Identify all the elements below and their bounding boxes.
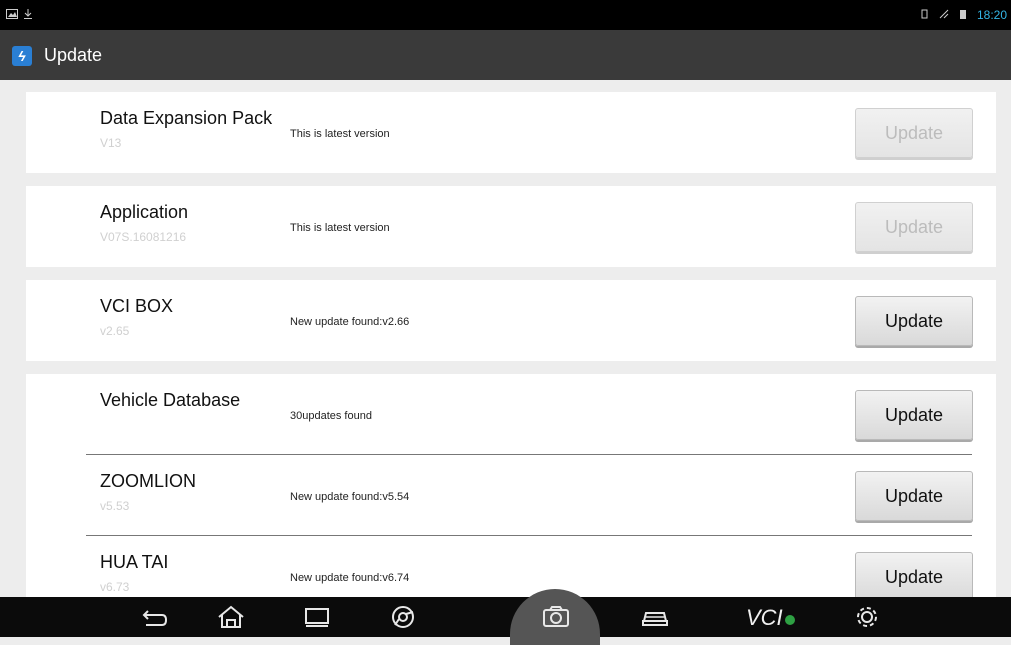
update-list: Data Expansion Pack V13 This is latest v… [26,92,996,630]
vci-button[interactable]: VCI [746,605,795,631]
update-button[interactable]: Update [855,108,973,158]
navigation-bar: VCI [0,589,1011,645]
page-title: Update [44,45,103,65]
list-item: Vehicle Database 30updates found Update [26,374,996,455]
item-name: Application [100,202,189,222]
clock: 18:20 [976,8,1007,22]
settings-icon[interactable] [852,605,882,629]
battery-icon [959,8,967,22]
list-item: Application V07S.16081216 This is latest… [26,186,996,267]
update-card: Vehicle Database 30updates found Update … [26,374,996,617]
vci-connected-icon [784,615,795,625]
list-item: Data Expansion Pack V13 This is latest v… [26,92,996,173]
update-button[interactable]: Update [855,390,973,440]
item-name: VCI BOX [100,296,174,316]
home-icon[interactable] [216,605,246,629]
item-name: Vehicle Database [100,390,241,410]
camera-icon[interactable] [541,605,571,629]
update-card: Data Expansion Pack V13 This is latest v… [26,92,996,173]
update-button[interactable]: Update [855,471,973,521]
update-button[interactable]: Update [855,552,973,602]
item-name: Data Expansion Pack [100,108,273,128]
item-status: New update found:v6.74 [290,572,410,584]
item-status: New update found:v2.66 [290,316,410,328]
recent-apps-icon[interactable] [302,605,332,629]
item-status: This is latest version [290,128,390,140]
item-status: 30updates found [290,410,372,422]
app-logo-icon[interactable]: ϟ [12,46,32,66]
item-status: New update found:v5.54 [290,491,410,503]
browser-icon[interactable] [388,605,418,629]
status-bar: 18:20 [0,0,1011,30]
app-bar: ϟ Update [0,30,1011,80]
image-notification-icon [6,8,18,22]
item-version: V13 [100,136,122,150]
download-icon [24,8,32,22]
update-card: VCI BOX v2.65 New update found:v2.66 Upd… [26,280,996,361]
list-item: VCI BOX v2.65 New update found:v2.66 Upd… [26,280,996,361]
item-name: HUA TAI [100,552,169,572]
car-icon[interactable] [640,605,670,629]
update-card: Application V07S.16081216 This is latest… [26,186,996,267]
update-button[interactable]: Update [855,296,973,346]
update-button[interactable]: Update [855,202,973,252]
item-version: v5.53 [100,499,130,513]
item-version: v2.65 [100,324,130,338]
item-status: This is latest version [290,222,390,234]
item-name: ZOOMLION [100,471,197,491]
vibrate-icon [921,8,929,22]
item-version: V07S.16081216 [100,230,187,244]
back-icon[interactable] [140,605,170,629]
signal-icon [939,8,949,22]
item-version: v6.73 [100,580,130,594]
vci-label: VCI [746,605,783,630]
list-item: ZOOMLION v5.53 New update found:v5.54 Up… [26,455,996,536]
